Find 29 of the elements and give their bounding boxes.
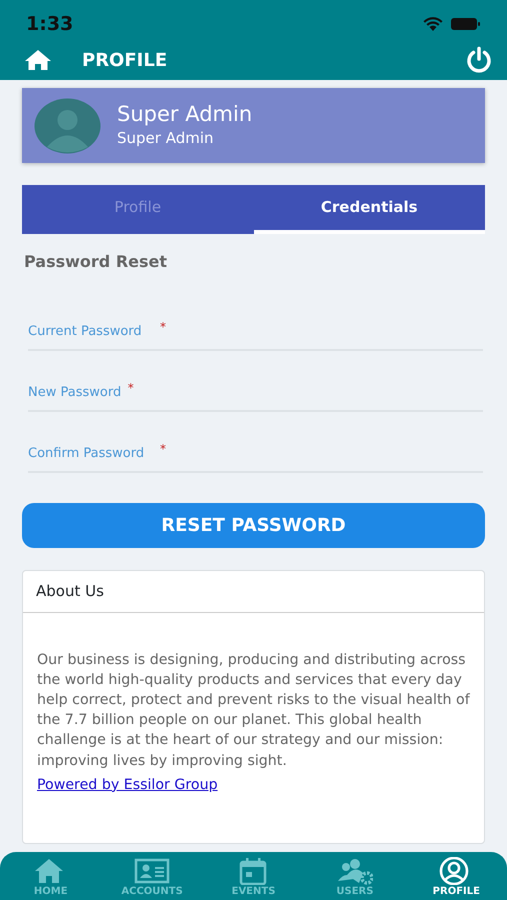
password-field[interactable]: Current Password	[28, 322, 157, 341]
user-name: Super Admin	[117, 102, 252, 127]
tab[interactable]: Profile	[22, 185, 254, 234]
battery-icon	[451, 17, 481, 31]
status-time: 1:33	[26, 12, 74, 37]
reset-password-button[interactable]: RESET PASSWORD	[22, 503, 485, 548]
tab[interactable]: Credentials	[254, 185, 485, 234]
required-mark: *	[160, 319, 166, 336]
page-title: PROFILE	[82, 48, 168, 72]
required-mark: *	[160, 441, 166, 458]
home-icon[interactable]	[24, 49, 52, 71]
nav-tab[interactable]: USERS	[304, 852, 406, 900]
nav-tab[interactable]: ACCOUNTS	[101, 852, 203, 900]
nav-tab[interactable]: EVENTS	[202, 852, 304, 900]
power-icon[interactable]	[465, 46, 493, 74]
user-role: Super Admin	[117, 128, 215, 149]
wifi-icon	[423, 16, 443, 32]
nav-tab[interactable]: PROFILE	[406, 852, 507, 900]
accounts-icon	[134, 857, 170, 885]
required-mark: *	[128, 380, 134, 397]
password-field[interactable]: New Password	[28, 382, 125, 402]
nav-tab[interactable]: HOME	[0, 852, 102, 900]
powered-by-link[interactable]: Powered by Essilor Group	[37, 774, 218, 795]
about-text: Our business is designing, producing and distributing across the world high-quality products and services that every day help correct, protect and prevent risks to the visual health of the 7.7 billion people on our planet. This global health challenge is at the heart of our strategy and our mission: improving lives by improving sight.	[37, 650, 470, 771]
password-field[interactable]: Confirm Password	[28, 444, 157, 463]
section-title: Password Reset	[24, 251, 168, 273]
avatar-icon	[34, 98, 101, 154]
card-title: About Us	[23, 571, 484, 612]
users-icon	[336, 857, 373, 885]
